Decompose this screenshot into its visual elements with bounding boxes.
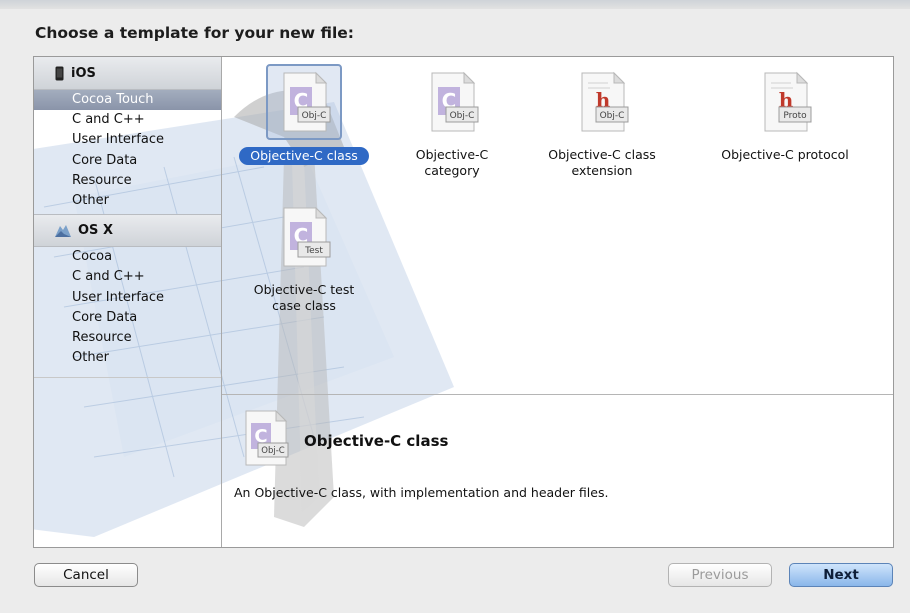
- iphone-icon: [55, 66, 64, 81]
- template-icon-frame: h Obj-C: [564, 64, 640, 140]
- sidebar-item-user-interface[interactable]: User Interface: [34, 288, 221, 308]
- svg-text:Test: Test: [304, 246, 323, 256]
- template-objective-c-class-extension[interactable]: h Obj-C Objective-C class extension: [522, 64, 682, 179]
- objc-class-file-icon: C Obj-C: [283, 71, 331, 132]
- sidebar-item-resource[interactable]: Resource: [34, 328, 221, 348]
- template-label: Objective-C protocol: [721, 147, 849, 162]
- template-icon-frame: C Obj-C: [414, 64, 490, 140]
- mac-os-x-icon: [55, 224, 71, 238]
- objc-protocol-file-icon: h Proto: [764, 71, 812, 132]
- category-header-ios[interactable]: iOS: [34, 57, 221, 90]
- svg-text:Obj-C: Obj-C: [450, 111, 475, 121]
- objc-class-file-icon: C Obj-C: [245, 409, 289, 466]
- sidebar-item-resource[interactable]: Resource: [34, 171, 221, 191]
- template-label: Objective-C class: [239, 147, 369, 165]
- sidebar-item-other[interactable]: Other: [34, 348, 221, 368]
- template-objective-c-category[interactable]: C Obj-C Objective-C category: [372, 64, 532, 179]
- category-header-label: OS X: [78, 223, 113, 239]
- template-label: Objective-C category: [415, 147, 489, 178]
- objc-category-file-icon: C Obj-C: [431, 71, 479, 132]
- sidebar-item-c-and-cpp[interactable]: C and C++: [34, 110, 221, 130]
- sidebar-item-c-and-cpp[interactable]: C and C++: [34, 267, 221, 287]
- window-title-strip: [0, 0, 910, 9]
- next-button[interactable]: Next: [789, 563, 893, 587]
- template-label: Objective-C class extension: [548, 147, 656, 178]
- svg-text:Obj-C: Obj-C: [600, 111, 625, 121]
- sidebar-item-cocoa[interactable]: Cocoa: [34, 247, 221, 267]
- objc-test-case-file-icon: C Test: [283, 206, 331, 267]
- detail-title: Objective-C class: [304, 432, 449, 450]
- template-detail-pane: C Obj-C Objective-C class An Objective-C…: [222, 395, 893, 547]
- svg-text:Proto: Proto: [783, 111, 807, 121]
- template-objective-c-protocol[interactable]: h Proto Objective-C protocol: [705, 64, 865, 163]
- template-icon-frame: C Obj-C: [266, 64, 342, 140]
- template-icon-frame: C Test: [266, 199, 342, 275]
- detail-description: An Objective-C class, with implementatio…: [234, 485, 609, 500]
- sidebar-empty-area: [34, 377, 221, 547]
- dialog-heading: Choose a template for your new file:: [35, 24, 354, 42]
- objc-extension-file-icon: h Obj-C: [581, 71, 629, 132]
- category-header-label: iOS: [71, 65, 96, 81]
- platform-category-sidebar: iOS Cocoa Touch C and C++ User Interface…: [34, 57, 222, 547]
- template-objective-c-class[interactable]: C Obj-C Objective-C class: [224, 64, 384, 165]
- template-grid: C Obj-C Objective-C class C Obj-C Object…: [222, 57, 893, 394]
- sidebar-item-other[interactable]: Other: [34, 191, 221, 211]
- template-label: Objective-C test case class: [253, 282, 355, 313]
- category-header-osx[interactable]: OS X: [34, 214, 221, 248]
- sidebar-item-core-data[interactable]: Core Data: [34, 151, 221, 171]
- svg-text:Obj-C: Obj-C: [261, 446, 285, 456]
- sidebar-item-user-interface[interactable]: User Interface: [34, 130, 221, 150]
- sidebar-item-cocoa-touch[interactable]: Cocoa Touch: [34, 90, 221, 111]
- cancel-button[interactable]: Cancel: [34, 563, 138, 587]
- template-chooser-panel: iOS Cocoa Touch C and C++ User Interface…: [33, 56, 894, 548]
- template-objective-c-test-case-class[interactable]: C Test Objective-C test case class: [224, 199, 384, 314]
- previous-button[interactable]: Previous: [668, 563, 772, 587]
- svg-text:Obj-C: Obj-C: [302, 111, 327, 121]
- template-icon-frame: h Proto: [747, 64, 823, 140]
- sidebar-item-core-data[interactable]: Core Data: [34, 308, 221, 328]
